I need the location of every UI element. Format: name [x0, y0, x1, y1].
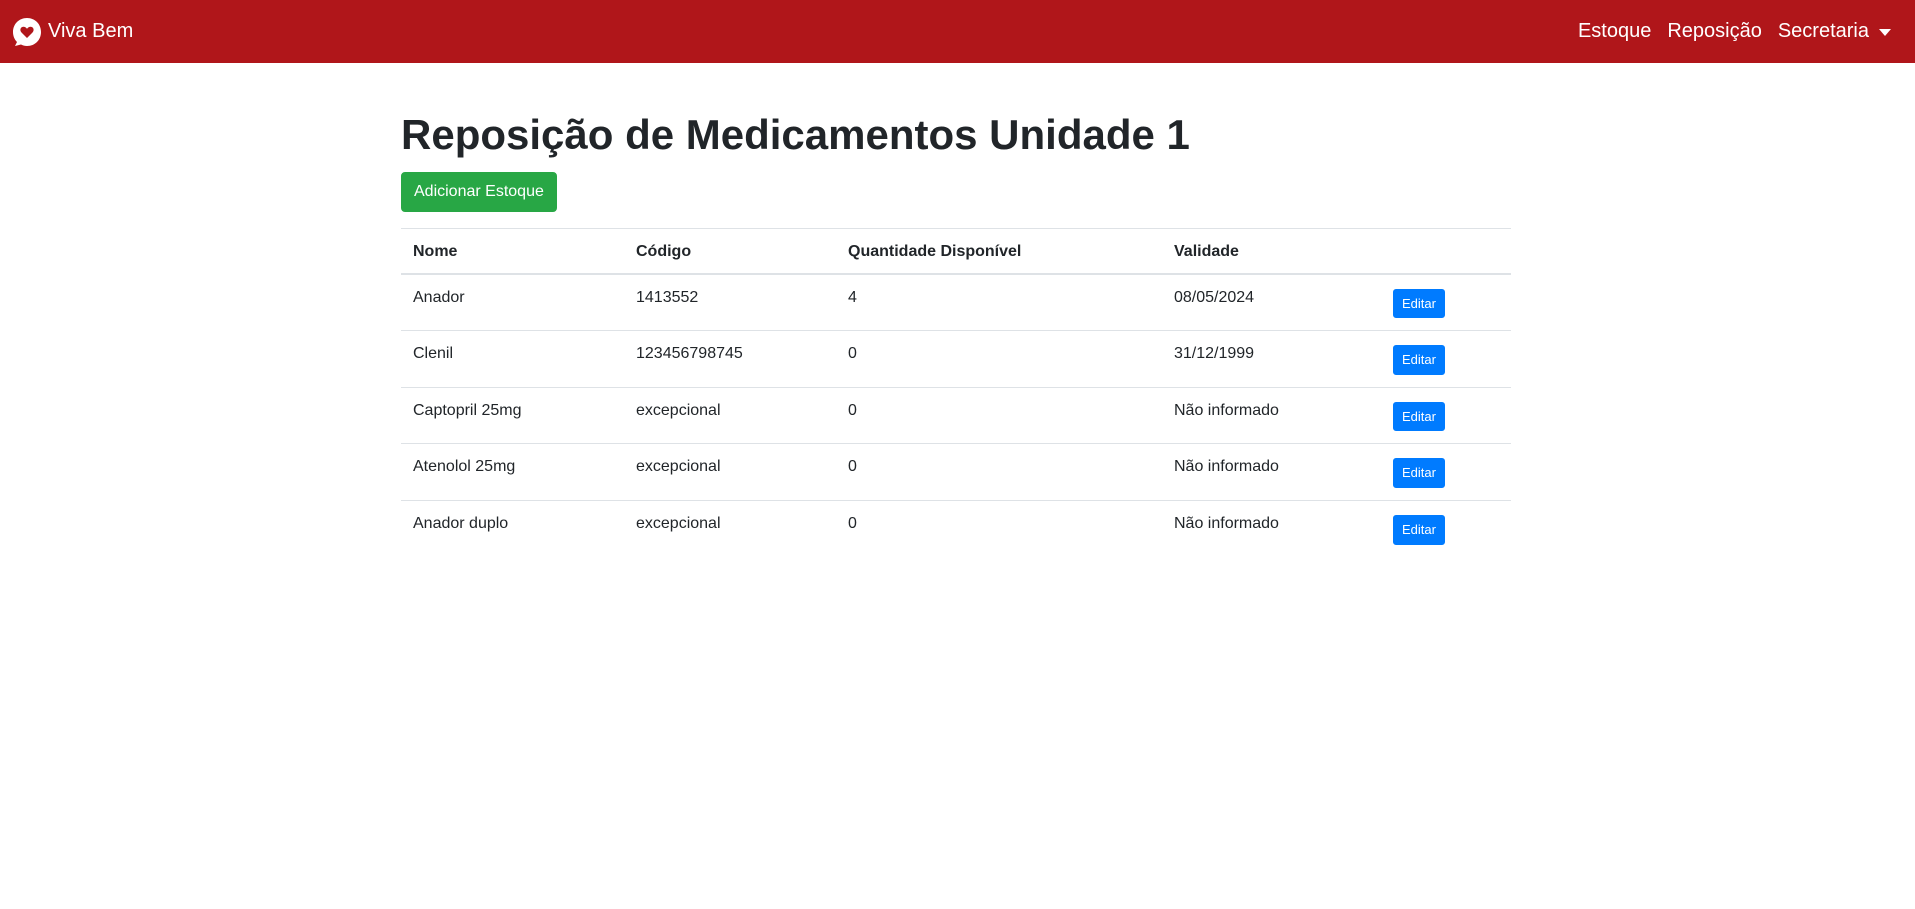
- cell-nome: Anador: [413, 288, 465, 306]
- secretaria-dropdown[interactable]: Secretaria: [1778, 20, 1891, 43]
- cell-validade: 31/12/1999: [1162, 330, 1381, 388]
- cell-nome: Atenolol 25mg: [401, 443, 624, 501]
- edit-button[interactable]: Editar: [1393, 345, 1445, 375]
- table-row: Captopril 25mg excepcional 0 Não informa…: [401, 386, 1511, 444]
- cell-actions: Editar: [1381, 443, 1511, 501]
- table-header-row: Nome Código Quantidade Disponível Valida…: [401, 227, 1511, 275]
- header-nome: Nome: [401, 227, 624, 275]
- caret-down-icon: [1879, 29, 1891, 36]
- table-body: Anador 1413552 4 08/05/2024 Editar Cleni…: [401, 274, 1511, 557]
- header-codigo: Código: [624, 227, 836, 275]
- main-container: Reposição de Medicamentos Unidade 1 Adic…: [401, 110, 1511, 557]
- heart-chat-icon: [12, 17, 42, 47]
- cell-validade: Não informado: [1162, 386, 1381, 444]
- table-row: Anador duplo excepcional 0 Não informado…: [401, 499, 1511, 557]
- add-stock-button[interactable]: Adicionar Estoque: [401, 172, 557, 212]
- nav-link-reposicao[interactable]: Reposição: [1667, 20, 1762, 43]
- cell-codigo: 123456798745: [624, 330, 836, 388]
- cell-actions: Editar: [1381, 274, 1511, 331]
- header-validade: Validade: [1162, 227, 1381, 275]
- table-row: Clenil 123456798745 0 31/12/1999 Editar: [401, 330, 1511, 388]
- cell-quantidade: 0: [836, 499, 1162, 557]
- edit-button[interactable]: Editar: [1393, 514, 1445, 545]
- edit-button[interactable]: Editar: [1393, 401, 1445, 432]
- nav-links: Estoque Reposição Secretaria: [1578, 20, 1891, 43]
- secretaria-dropdown-label: Secretaria: [1777, 20, 1869, 42]
- table-row: Anador 1413552 4 08/05/2024 Editar: [401, 274, 1511, 331]
- cell-quantidade: 0: [836, 386, 1162, 444]
- cell-codigo: excepcional: [624, 386, 836, 444]
- cell-codigo: excepcional: [624, 499, 836, 557]
- top-navbar: Viva Bem Estoque Reposição Secretaria: [0, 0, 1915, 63]
- cell-codigo: excepcional: [624, 443, 836, 501]
- cell-nome: Clenil: [401, 330, 624, 388]
- cell-nome: Captopril 25mg: [401, 386, 624, 444]
- cell-quantidade: 4: [848, 288, 857, 306]
- header-quantidade: Quantidade Disponível: [836, 227, 1162, 275]
- cell-actions: Editar: [1381, 386, 1511, 444]
- cell-nome: Anador duplo: [401, 499, 624, 557]
- cell-validade: Não informado: [1162, 443, 1381, 501]
- edit-button[interactable]: Editar: [1393, 288, 1445, 319]
- brand-link[interactable]: Viva Bem: [12, 17, 133, 47]
- brand-name: Viva Bem: [48, 20, 134, 42]
- edit-button[interactable]: Editar: [1393, 458, 1445, 488]
- cell-validade: Não informado: [1162, 499, 1381, 557]
- cell-quantidade: 0: [836, 443, 1162, 501]
- page-title: Reposição de Medicamentos Unidade 1: [401, 111, 1190, 158]
- cell-quantidade: 0: [836, 330, 1162, 388]
- table-row: Atenolol 25mg excepcional 0 Não informad…: [401, 443, 1511, 501]
- cell-actions: Editar: [1381, 499, 1511, 557]
- cell-actions: Editar: [1381, 330, 1511, 388]
- medications-table: Nome Código Quantidade Disponível Valida…: [401, 227, 1511, 557]
- header-actions: [1381, 227, 1511, 275]
- table-header: Nome Código Quantidade Disponível Valida…: [401, 227, 1511, 275]
- nav-link-estoque[interactable]: Estoque: [1578, 20, 1651, 43]
- cell-validade: 08/05/2024: [1174, 288, 1255, 306]
- cell-codigo: 1413552: [636, 288, 699, 306]
